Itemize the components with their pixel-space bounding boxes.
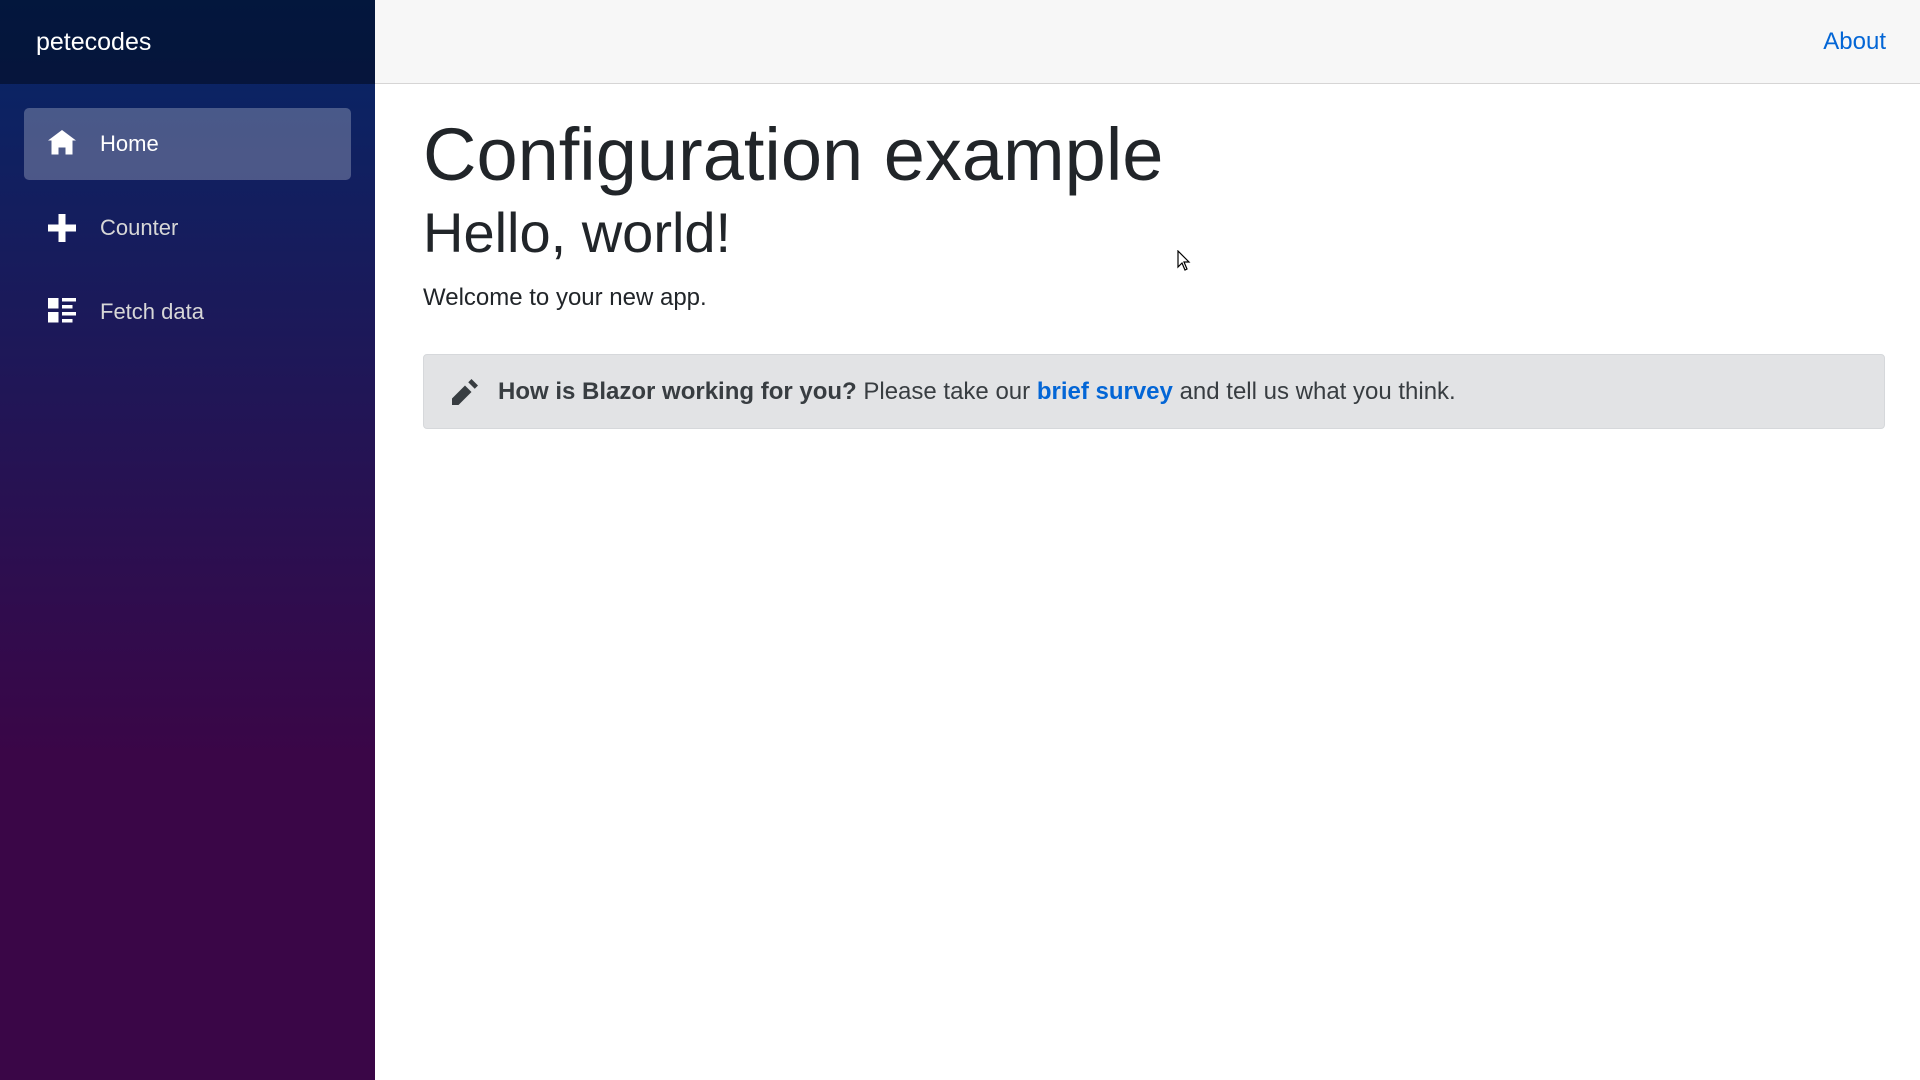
list-rich-icon xyxy=(48,298,76,326)
plus-icon xyxy=(48,214,76,242)
survey-text-before: Please take our xyxy=(863,377,1031,405)
sidebar-item-label: Home xyxy=(100,131,159,156)
sidebar: petecodes Home Counter Fetch data xyxy=(0,0,375,1080)
home-icon xyxy=(48,130,76,158)
welcome-text: Welcome to your new app. xyxy=(423,284,707,312)
sidebar-item-counter[interactable]: Counter xyxy=(24,192,351,264)
brand-bar: petecodes xyxy=(0,0,375,84)
survey-alert: How is Blazor working for you? Please ta… xyxy=(423,354,1885,430)
brand-link[interactable]: petecodes xyxy=(36,28,151,57)
sidebar-item-home[interactable]: Home xyxy=(24,108,351,180)
page-title: Configuration example xyxy=(423,113,1164,196)
about-link[interactable]: About xyxy=(1823,28,1886,56)
app-root: petecodes Home Counter Fetch data About … xyxy=(0,0,1920,1080)
sidebar-item-label: Fetch data xyxy=(100,299,204,324)
sidebar-nav: Home Counter Fetch data xyxy=(0,84,375,348)
survey-link[interactable]: brief survey xyxy=(1037,378,1173,406)
main-area: About Configuration example Hello, world… xyxy=(375,0,1920,1080)
sidebar-item-fetch-data[interactable]: Fetch data xyxy=(24,276,351,348)
survey-question: How is Blazor working for you? xyxy=(498,377,857,405)
survey-text-after: and tell us what you think. xyxy=(1179,377,1456,405)
mouse-cursor-icon xyxy=(1177,250,1191,271)
top-row: About xyxy=(375,0,1920,84)
pencil-icon xyxy=(452,378,478,405)
sidebar-item-label: Counter xyxy=(100,215,179,240)
content: Configuration example Hello, world! Welc… xyxy=(375,84,1920,430)
hello-heading: Hello, world! xyxy=(423,201,732,265)
